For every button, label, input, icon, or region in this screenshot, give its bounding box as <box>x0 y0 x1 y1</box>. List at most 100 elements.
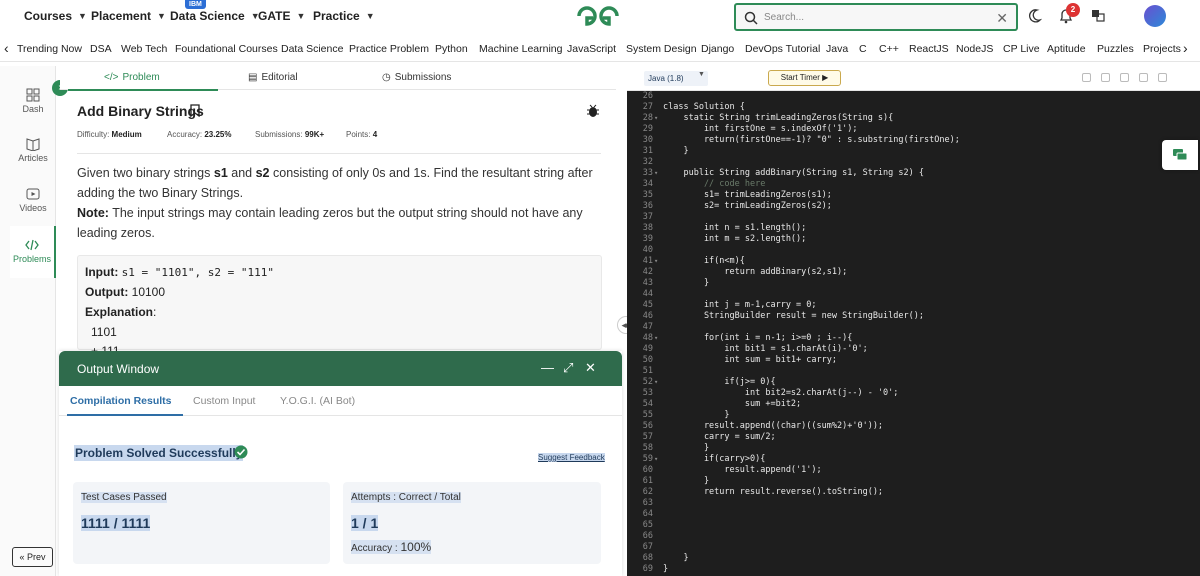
cat-link[interactable]: Web Tech <box>121 43 167 55</box>
chevron-down-icon: ▼ <box>78 11 87 21</box>
cat-link[interactable]: C++ <box>879 43 899 55</box>
desc-text: Given two binary strings <box>77 166 211 180</box>
minimize-icon[interactable]: — <box>541 360 554 375</box>
meta-label: Accuracy: <box>167 130 203 139</box>
settings-icon[interactable] <box>1120 73 1129 82</box>
cat-link[interactable]: Data Science <box>281 43 343 55</box>
tab-yogi-bot[interactable]: Y.O.G.I. (AI Bot) <box>280 395 355 407</box>
cat-link[interactable]: Machine Learning <box>479 43 562 55</box>
code-line: return(firstOne==-1)? "0" : s.substring(… <box>663 135 960 145</box>
divider <box>77 153 601 154</box>
tab-editorial[interactable]: ▤ Editorial <box>248 72 298 83</box>
code-line: int bit1 = s1.charAt(i)-'0'; <box>663 344 868 354</box>
code-line: } <box>663 553 689 563</box>
sidebar-item-articles[interactable]: Articles <box>10 137 56 163</box>
cat-link[interactable]: DSA <box>90 43 112 55</box>
cat-link[interactable]: Aptitude <box>1047 43 1086 55</box>
tab-problem[interactable]: </> Problem <box>104 72 160 83</box>
desc-text: and <box>231 166 253 180</box>
chevron-right-icon[interactable]: › <box>1183 40 1188 56</box>
copy-icon[interactable] <box>1082 73 1091 82</box>
meta-label: Points: <box>346 130 371 139</box>
line-number: 50 <box>642 355 653 365</box>
courses-menu[interactable]: Courses ▼ <box>24 9 87 23</box>
code-line: } <box>663 278 710 288</box>
cat-link[interactable]: System Design <box>626 43 697 55</box>
suggest-feedback-link[interactable]: Suggest Feedback <box>538 453 605 462</box>
fold-icon[interactable]: ▾ <box>654 113 658 124</box>
search-box[interactable]: Search... ✕ <box>734 3 1018 31</box>
chat-button[interactable] <box>1162 140 1198 170</box>
tab-submissions[interactable]: ◷ Submissions <box>382 72 451 83</box>
bookmark-icon[interactable] <box>190 104 200 117</box>
tab-compilation-results[interactable]: Compilation Results <box>70 395 172 407</box>
placement-menu[interactable]: Placement ▼ <box>91 9 166 23</box>
bug-icon[interactable] <box>586 104 600 118</box>
line-number: 55 <box>642 410 653 420</box>
fold-icon[interactable]: ▾ <box>654 377 658 388</box>
cat-link[interactable]: JavaScript <box>567 43 616 55</box>
cat-link[interactable]: DevOps Tutorial <box>745 43 820 55</box>
sidebar-item-dash[interactable]: Dash <box>10 88 56 114</box>
cat-link[interactable]: Practice Problem <box>349 43 429 55</box>
close-icon[interactable]: ✕ <box>996 10 1008 27</box>
cat-link[interactable]: CP Live <box>1003 43 1040 55</box>
code-line: int bit2=s2.charAt(j--) - '0'; <box>663 388 899 398</box>
cat-link[interactable]: Python <box>435 43 468 55</box>
line-number: 31 <box>642 146 653 156</box>
cat-link[interactable]: C <box>859 43 867 55</box>
code-line: s2= trimLeadingZeros(s2); <box>663 201 832 211</box>
code-line: result.append('1'); <box>663 465 822 475</box>
code-line: int sum = bit1+ carry; <box>663 355 837 365</box>
practice-menu[interactable]: Practice ▼ <box>313 9 375 23</box>
refresh-icon[interactable] <box>1139 73 1148 82</box>
code-line: } <box>663 410 730 420</box>
cat-link[interactable]: ReactJS <box>909 43 949 55</box>
chevron-left-icon[interactable]: ‹ <box>4 40 9 56</box>
cat-link[interactable]: Puzzles <box>1097 43 1134 55</box>
points-meta: Points: 4 <box>346 130 377 139</box>
sidebar-label: Articles <box>18 153 48 163</box>
fold-icon[interactable]: ▾ <box>654 168 658 179</box>
code-editor[interactable]: 26 27 class Solution {28 ▾ static String tr… <box>627 91 1200 576</box>
prev-button[interactable]: « Prev <box>12 547 53 567</box>
start-timer-button[interactable]: Start Timer ▶ <box>768 70 841 86</box>
avatar[interactable] <box>1144 5 1166 27</box>
expand-icon[interactable]: ⤢ <box>563 360 573 376</box>
line-number: 57 <box>642 432 653 442</box>
code-icon: </> <box>104 72 119 83</box>
attempts-value: 1 / 1 <box>351 515 379 531</box>
cat-link[interactable]: Foundational Courses <box>175 43 278 55</box>
test-cases-value: 1111 / 1111 <box>81 515 151 531</box>
translate-icon[interactable] <box>1091 8 1105 22</box>
editor-toolbar: Java (1.8) ▼ Start Timer ▶ <box>627 66 1200 91</box>
input-value: s1 = "1101", s2 = "111" <box>121 266 274 279</box>
cat-link[interactable]: Trending Now <box>17 43 82 55</box>
fold-icon[interactable]: ▾ <box>654 256 658 267</box>
input-label: Input: <box>85 265 119 279</box>
cat-link[interactable]: Projects <box>1143 43 1181 55</box>
fold-icon[interactable]: ▾ <box>654 333 658 344</box>
line-number: 62 <box>642 487 653 497</box>
fold-icon[interactable]: ▾ <box>654 454 658 465</box>
gfg-logo[interactable] <box>575 4 621 28</box>
output-window-header: Output Window — ⤢ ✕ <box>59 351 622 386</box>
file-icon[interactable] <box>1101 73 1110 82</box>
desc-var: s1 <box>213 166 228 180</box>
fullscreen-icon[interactable] <box>1158 73 1167 82</box>
line-number: 35 <box>642 190 653 200</box>
note-label: Note: <box>77 206 109 220</box>
close-icon[interactable]: ✕ <box>585 360 596 376</box>
dashboard-icon <box>26 88 40 102</box>
cat-link[interactable]: Java <box>826 43 848 55</box>
gate-menu[interactable]: GATE ▼ <box>258 9 305 23</box>
cat-link[interactable]: NodeJS <box>956 43 993 55</box>
top-navbar: Courses ▼ Placement ▼ IBM Data Science ▼ GA… <box>0 0 1200 34</box>
cat-link[interactable]: Django <box>701 43 734 55</box>
dark-mode-icon[interactable] <box>1028 8 1042 24</box>
sidebar-item-problems[interactable]: Problems <box>10 226 56 278</box>
tab-custom-input[interactable]: Custom Input <box>193 395 255 407</box>
data-science-menu[interactable]: Data Science ▼ <box>170 9 260 23</box>
sidebar-item-videos[interactable]: Videos <box>10 187 56 213</box>
search-input[interactable]: Search... <box>764 12 804 23</box>
